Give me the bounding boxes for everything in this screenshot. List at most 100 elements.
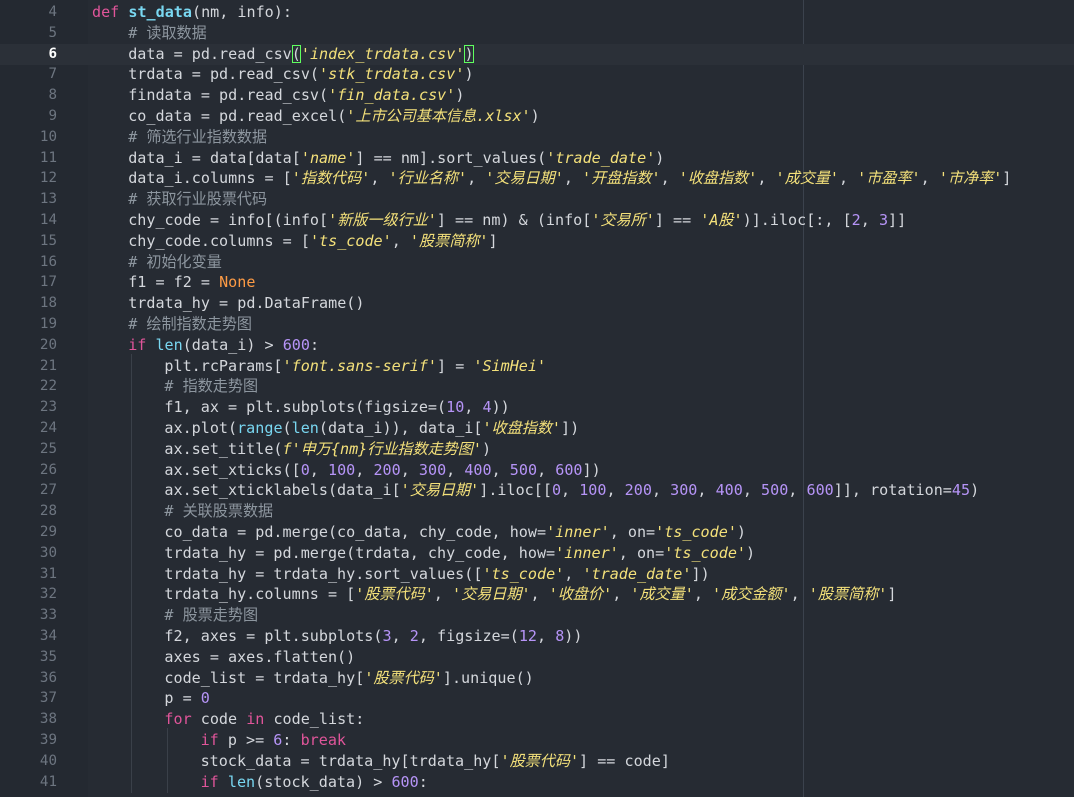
code-token: , bbox=[697, 481, 716, 500]
code-text: ax.set_xticklabels(data_i['交易日期'].iloc[[… bbox=[164, 480, 979, 501]
code-line[interactable]: 36 code_list = trdata_hy['股票代码'].unique() bbox=[0, 665, 1074, 689]
code-token: 'A股' bbox=[700, 211, 743, 229]
code-text: # 获取行业股票代码 bbox=[128, 189, 267, 210]
code-line[interactable]: 9 co_data = pd.read_excel('上市公司基本信息.xlsx'… bbox=[0, 106, 1074, 127]
code-line[interactable]: 16 # 初始化变量 bbox=[0, 252, 1074, 273]
code-token: 'ts_code' bbox=[482, 564, 565, 583]
line-number: 35 bbox=[39, 648, 57, 665]
code-token: '上市公司基本信息.xlsx' bbox=[346, 107, 531, 125]
code-token: def bbox=[92, 3, 129, 21]
code-token: chy_code.columns = [ bbox=[128, 231, 310, 250]
code-token: '指数代码' bbox=[291, 169, 371, 188]
code-text: # 初始化变量 bbox=[128, 252, 222, 273]
code-line[interactable]: 7 trdata = pd.read_csv('stk_trdata.csv') bbox=[0, 64, 1074, 85]
matched-paren: ) bbox=[464, 44, 474, 63]
code-line[interactable]: 21 plt.rcParams['font.sans-serif'] = 'Sim… bbox=[0, 353, 1074, 377]
code-line[interactable]: 39 if p >= 6: break bbox=[0, 728, 1074, 751]
code-text: data_i.columns = ['指数代码', '行业名称', '交易日期'… bbox=[128, 168, 1011, 189]
code-token: '成交量' bbox=[630, 585, 694, 604]
code-line[interactable]: 17 f1 = f2 = None bbox=[0, 272, 1074, 293]
code-token: # 获取行业股票代码 bbox=[128, 190, 268, 209]
code-text: if p >= 6: break bbox=[201, 730, 346, 751]
code-token: '开盘指数' bbox=[582, 169, 661, 188]
code-token: 200 bbox=[624, 481, 652, 500]
code-text: f1 = f2 = None bbox=[128, 272, 255, 293]
code-line[interactable]: 4 def st_data(nm, info): bbox=[0, 2, 1074, 23]
code-token: 'font.sans-serif' bbox=[282, 356, 438, 375]
code-line[interactable]: 27 ax.set_xticklabels(data_i['交易日期'].iloc… bbox=[0, 478, 1074, 502]
code-token: if bbox=[128, 335, 156, 354]
code-line[interactable]: 31 trdata_hy = trdata_hy.sort_values(['ts… bbox=[0, 561, 1074, 585]
code-line[interactable]: 11 data_i = data[data['name'] == nm].sort… bbox=[0, 148, 1074, 169]
code-line[interactable]: 28 # 关联股票数据 bbox=[0, 499, 1074, 523]
code-token: data = pd.read_csv bbox=[128, 44, 292, 63]
code-line[interactable]: 12 data_i.columns = ['指数代码', '行业名称', '交易日… bbox=[0, 168, 1074, 189]
code-token: : bbox=[282, 731, 301, 749]
code-token: , bbox=[860, 211, 879, 229]
line-number: 36 bbox=[39, 669, 57, 686]
code-line[interactable]: 19 # 绘制指数走势图 bbox=[0, 314, 1074, 335]
code-token: , bbox=[563, 169, 583, 188]
code-token: '收盘价' bbox=[548, 585, 613, 604]
code-token: axes = axes.flatten() bbox=[164, 647, 356, 666]
code-token: p >= bbox=[227, 731, 274, 749]
code-token: 0 bbox=[300, 460, 310, 479]
code-line[interactable]: 13 # 获取行业股票代码 bbox=[0, 189, 1074, 210]
code-token: code bbox=[200, 710, 247, 729]
code-token: stock_data = trdata_hy[trdata_hy[ bbox=[200, 751, 501, 770]
code-line[interactable]: 6 data = pd.read_csv('index_trdata.csv') bbox=[0, 43, 1074, 65]
code-text: trdata_hy = pd.DataFrame() bbox=[128, 293, 364, 314]
code-token: ].unique() bbox=[442, 668, 534, 687]
code-line[interactable]: 15 chy_code.columns = ['ts_code', '股票简称'] bbox=[0, 231, 1074, 252]
code-line[interactable]: 10 # 筛选行业指数数据 bbox=[0, 127, 1074, 148]
code-text: p = 0 bbox=[164, 688, 209, 709]
line-number: 14 bbox=[39, 212, 57, 228]
code-token: ] == nm].sort_values( bbox=[355, 148, 547, 167]
code-line[interactable]: 38 for code in code_list: bbox=[0, 707, 1074, 731]
line-number: 31 bbox=[39, 565, 57, 582]
code-text: # 筛选行业指数数据 bbox=[128, 127, 267, 148]
code-line[interactable]: 23 f1, ax = plt.subplots(figsize=(10, 4)) bbox=[0, 395, 1074, 419]
indent-guide bbox=[131, 644, 133, 668]
code-line[interactable]: 37 p = 0 bbox=[0, 686, 1074, 710]
code-token: 100 bbox=[327, 460, 356, 479]
code-token: # 股票走势图 bbox=[164, 606, 259, 625]
code-token: 'trade_date' bbox=[546, 148, 656, 167]
code-line[interactable]: 14 chy_code = info[(info['新版一级行业'] == nm)… bbox=[0, 210, 1074, 231]
code-line[interactable]: 20 if len(data_i) > 600: bbox=[0, 335, 1074, 356]
code-line[interactable]: 22 # 指数走势图 bbox=[0, 374, 1074, 398]
code-line[interactable]: 29 co_data = pd.merge(co_data, chy_code, … bbox=[0, 520, 1074, 543]
code-token: ] bbox=[488, 231, 498, 250]
code-line[interactable]: 32 trdata_hy.columns = ['股票代码', '交易日期', '… bbox=[0, 582, 1074, 606]
code-token: # 指数走势图 bbox=[164, 377, 259, 396]
code-line[interactable]: 25 ax.set_title(f'申万{nm}行业指数走势图') bbox=[0, 436, 1074, 460]
code-line[interactable]: 5 # 读取数据 bbox=[0, 23, 1074, 44]
code-token: # 关联股票数据 bbox=[164, 502, 274, 521]
code-text: trdata = pd.read_csv('stk_trdata.csv') bbox=[128, 64, 473, 85]
line-number: 21 bbox=[39, 357, 57, 374]
line-number: 39 bbox=[39, 732, 57, 748]
code-line[interactable]: 26 ax.set_xticks([0, 100, 200, 300, 400, … bbox=[0, 457, 1074, 481]
code-line[interactable]: 18 trdata_hy = pd.DataFrame() bbox=[0, 293, 1074, 314]
code-line[interactable]: 30 trdata_hy = pd.merge(trdata, chy_code,… bbox=[0, 540, 1074, 564]
line-number: 30 bbox=[39, 544, 57, 561]
line-number: 13 bbox=[39, 191, 57, 208]
code-line[interactable]: 8 findata = pd.read_csv('fin_data.csv') bbox=[0, 85, 1074, 106]
code-token: 'index_trdata.csv' bbox=[300, 44, 465, 63]
code-token: ] == nm) & (info[ bbox=[436, 211, 592, 229]
indent-guide bbox=[131, 603, 133, 627]
code-line[interactable]: 35 axes = axes.flatten() bbox=[0, 644, 1074, 668]
line-number: 25 bbox=[39, 440, 57, 457]
line-number: 27 bbox=[39, 482, 57, 499]
code-token: 2 bbox=[851, 211, 861, 229]
code-line[interactable]: 33 # 股票走势图 bbox=[0, 603, 1074, 627]
code-text: trdata_hy = trdata_hy.sort_values(['ts_c… bbox=[164, 564, 709, 585]
line-number: 16 bbox=[39, 253, 57, 270]
code-editor[interactable]: 4 def st_data(nm, info): 5 # 读取数据 6 data = pd… bbox=[0, 0, 1074, 797]
code-line[interactable]: 41 if len(stock_data) > 600: bbox=[0, 769, 1074, 793]
code-line[interactable]: 34 f2, axes = plt.subplots(3, 2, figsize=… bbox=[0, 624, 1074, 647]
code-text: chy_code.columns = ['ts_code', '股票简称'] bbox=[128, 231, 497, 252]
code-line[interactable]: 40 stock_data = trdata_hy[trdata_hy['股票代码… bbox=[0, 748, 1074, 772]
matched-paren: ( bbox=[291, 44, 301, 63]
code-line[interactable]: 24 ax.plot(range(len(data_i)), data_i['收盘… bbox=[0, 416, 1074, 439]
